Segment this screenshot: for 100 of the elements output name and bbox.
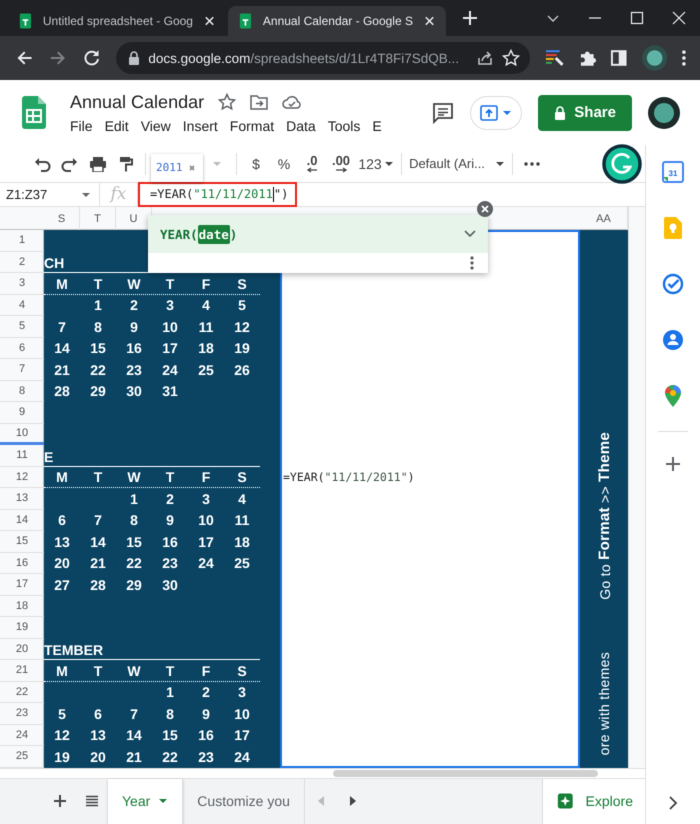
row-number[interactable]: 3: [0, 273, 44, 294]
row-number[interactable]: 14: [0, 510, 44, 531]
row-number[interactable]: 5: [0, 316, 44, 338]
day-number: 16: [161, 532, 179, 552]
row-number[interactable]: 18: [0, 596, 44, 617]
day-number: 23: [125, 360, 143, 380]
chevron-down-icon[interactable]: [464, 230, 476, 238]
sheets-logo-icon[interactable]: [22, 96, 46, 129]
row-number[interactable]: 9: [0, 402, 44, 424]
menu-item[interactable]: Format: [224, 118, 280, 134]
row-number[interactable]: 20: [0, 638, 44, 660]
formula-input[interactable]: =YEAR("11/11/2011"): [138, 182, 297, 207]
calendar-icon[interactable]: 31: [662, 161, 684, 183]
share-icon[interactable]: [476, 49, 494, 67]
day-number: 29: [89, 382, 107, 402]
close-icon[interactable]: [422, 14, 436, 28]
font-dropdown[interactable]: Default (Ari...: [407, 150, 507, 176]
menu-item[interactable]: File: [64, 118, 99, 134]
day-number: 1: [93, 296, 103, 316]
menu-item[interactable]: Data: [280, 118, 322, 134]
row-number[interactable]: 24: [0, 724, 44, 746]
close-circle-icon[interactable]: [477, 201, 493, 217]
paint-roller-icon[interactable]: [119, 156, 133, 172]
row-number[interactable]: 10: [0, 424, 44, 445]
sidebar-icon[interactable]: [610, 49, 628, 67]
row-number[interactable]: 6: [0, 338, 44, 359]
print-icon[interactable]: [89, 156, 107, 172]
row-number[interactable]: 8: [0, 380, 44, 402]
move-folder-icon[interactable]: [250, 94, 268, 110]
present-button[interactable]: [470, 96, 522, 130]
comment-icon[interactable]: [432, 102, 454, 124]
address-bar[interactable]: docs.google.com/spreadsheets/d/1Lr4T8Fi7SdQB...: [116, 42, 530, 74]
format-button[interactable]: $: [242, 150, 270, 176]
row-number[interactable]: 4: [0, 294, 44, 316]
explore-button[interactable]: Explore: [542, 778, 645, 824]
add-sheet-icon[interactable]: [53, 794, 67, 808]
caret-icon: [384, 160, 394, 168]
column-header[interactable]: T: [80, 207, 116, 230]
kebab-menu-icon[interactable]: [681, 49, 688, 67]
row-number[interactable]: 1: [0, 230, 44, 252]
profile-avatar[interactable]: [648, 96, 680, 128]
day-number: 4: [201, 296, 211, 316]
menu-item[interactable]: View: [134, 118, 177, 134]
row-number[interactable]: 12: [0, 466, 44, 488]
decrease-decimal-button[interactable]: .0: [298, 150, 326, 176]
day-number: 28: [89, 576, 107, 595]
sheet-tab[interactable]: Year: [108, 778, 184, 824]
more-icon[interactable]: [524, 162, 540, 166]
row-number[interactable]: 23: [0, 703, 44, 724]
row-number[interactable]: 21: [0, 660, 44, 682]
row-number[interactable]: 16: [0, 552, 44, 574]
menu-item[interactable]: Insert: [176, 118, 224, 134]
menu-item[interactable]: Edit: [98, 118, 135, 134]
row-number[interactable]: 17: [0, 574, 44, 596]
chevron-right-icon[interactable]: [668, 796, 678, 810]
weekday-label: W: [126, 468, 142, 488]
cloud-check-icon[interactable]: [282, 94, 302, 110]
column-header[interactable]: S: [44, 207, 80, 230]
maximize-icon[interactable]: [630, 11, 644, 25]
share-button[interactable]: Share: [538, 94, 632, 130]
day-number: 17: [161, 339, 179, 358]
redo-icon[interactable]: [61, 156, 79, 172]
map-pin-icon[interactable]: [665, 385, 681, 407]
document-title[interactable]: Annual Calendar: [70, 92, 204, 112]
row-number[interactable]: 11: [0, 445, 44, 466]
menu-item[interactable]: E: [366, 118, 388, 134]
row-number[interactable]: 13: [0, 488, 44, 510]
day-number: 20: [89, 748, 107, 767]
new-tab-icon[interactable]: [462, 10, 478, 26]
close-icon[interactable]: [202, 14, 216, 28]
more-vertical-icon[interactable]: [470, 256, 474, 270]
row-number[interactable]: 2: [0, 252, 44, 273]
contacts-icon[interactable]: [662, 329, 684, 351]
tasks-icon[interactable]: [662, 273, 684, 295]
row-number[interactable]: 7: [0, 359, 44, 380]
extension-icon[interactable]: [545, 48, 565, 68]
scroll-right-icon[interactable]: [348, 795, 357, 808]
close-icon[interactable]: [672, 11, 686, 25]
row-number[interactable]: 19: [0, 617, 44, 638]
menu-item[interactable]: Tools: [322, 118, 366, 134]
sheet-tab[interactable]: Customize you: [183, 778, 305, 824]
puzzle-icon[interactable]: [578, 49, 596, 67]
format-button[interactable]: %: [270, 150, 298, 176]
horizontal-scrollbar[interactable]: [333, 770, 598, 776]
row-number[interactable]: 15: [0, 531, 44, 552]
day-number: 7: [93, 511, 103, 530]
increase-decimal-button[interactable]: .00: [326, 150, 356, 176]
caret-icon: [502, 108, 512, 116]
day-number: 29: [125, 576, 143, 595]
name-box[interactable]: Z1:Z37: [0, 183, 100, 206]
number-format-dropdown[interactable]: 123: [356, 150, 396, 176]
add-icon[interactable]: [665, 456, 681, 472]
browser-tab[interactable]: Untitled spreadsheet - Goog: [8, 6, 226, 36]
row-number[interactable]: 22: [0, 682, 44, 703]
day-number: 18: [197, 339, 215, 358]
undo-icon[interactable]: [33, 156, 51, 172]
sheet-list-icon[interactable]: [85, 795, 99, 808]
browser-tab[interactable]: Annual Calendar - Google S: [228, 6, 446, 36]
star-icon[interactable]: [218, 93, 236, 111]
reload-icon[interactable]: [82, 48, 102, 68]
